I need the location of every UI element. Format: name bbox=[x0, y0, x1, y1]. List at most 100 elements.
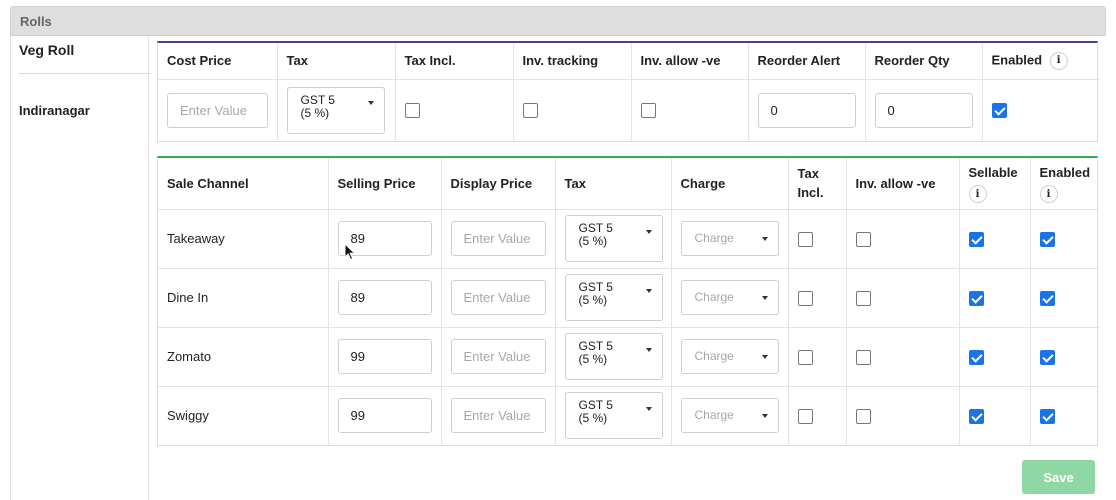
header-sellable-label: Sellable bbox=[968, 165, 1018, 181]
channels-header-row: Sale Channel Selling Price Display Price… bbox=[158, 158, 1099, 210]
table-row: Swiggy 99 Enter Value GST 5 (5 %) Charge bbox=[158, 386, 1099, 445]
cell-channel-inv-allow-neg bbox=[846, 268, 960, 328]
header-sale-channel: Sale Channel bbox=[158, 158, 329, 210]
header-tax-incl-line1: Tax bbox=[797, 166, 819, 182]
channel-tax-line2: (5 %) bbox=[578, 234, 608, 248]
cell-charge: Charge bbox=[671, 327, 789, 387]
channel-tax-line2: (5 %) bbox=[578, 352, 608, 366]
header-channel-enabled-label: Enabled bbox=[1039, 165, 1091, 181]
chevron-down-icon bbox=[761, 413, 768, 418]
channel-tax-select[interactable]: GST 5 (5 %) bbox=[564, 392, 663, 440]
sale-channels-table: Sale Channel Selling Price Display Price… bbox=[157, 156, 1099, 446]
cell-channel: Takeaway bbox=[158, 209, 329, 269]
charge-select[interactable]: Charge bbox=[680, 339, 779, 374]
cell-channel-enabled bbox=[1030, 327, 1099, 387]
cell-channel-tax: GST 5 (5 %) bbox=[555, 209, 672, 269]
cell-selling-price: 99 bbox=[328, 327, 442, 387]
selling-price-input[interactable]: 99 bbox=[337, 398, 432, 434]
channel-name: Takeaway bbox=[167, 231, 225, 246]
chevron-down-icon bbox=[367, 101, 374, 106]
enabled-checkbox[interactable] bbox=[1039, 349, 1055, 365]
cell-channel-inv-allow-neg bbox=[846, 209, 960, 269]
chevron-down-icon bbox=[645, 347, 652, 352]
charge-select[interactable]: Charge bbox=[680, 280, 779, 315]
channel-tax-select[interactable]: GST 5 (5 %) bbox=[564, 274, 663, 321]
inv-allow-neg-checkbox[interactable] bbox=[855, 408, 871, 424]
channel-name: Dine In bbox=[167, 290, 209, 305]
cell-charge: Charge bbox=[671, 268, 789, 328]
display-price-input[interactable]: Enter Value bbox=[450, 339, 546, 374]
display-price-input[interactable]: Enter Value bbox=[450, 398, 546, 434]
channel-tax-line2: (5 %) bbox=[578, 293, 608, 307]
cell-display-price: Enter Value bbox=[441, 268, 556, 328]
sellable-checkbox[interactable] bbox=[968, 231, 984, 247]
header-tax-incl: Tax Incl. bbox=[395, 43, 514, 80]
charge-select[interactable]: Charge bbox=[680, 221, 779, 256]
header-selling-price: Selling Price bbox=[328, 158, 442, 210]
cell-channel-tax: GST 5 (5 %) bbox=[555, 268, 672, 328]
cell-cost-price: Enter Value bbox=[158, 79, 278, 141]
enabled-checkbox[interactable] bbox=[1039, 290, 1055, 306]
inventory-table: Cost Price Tax Tax Incl. Inv. tracking I… bbox=[157, 41, 1099, 142]
tax-select-line1: GST 5 bbox=[300, 92, 335, 107]
inv-allow-neg-checkbox[interactable] bbox=[855, 231, 871, 247]
charge-select[interactable]: Charge bbox=[680, 398, 779, 434]
enabled-checkbox[interactable] bbox=[1039, 408, 1055, 424]
cell-channel-tax-incl bbox=[788, 386, 847, 445]
tax-select[interactable]: GST 5 (5 %) bbox=[286, 86, 385, 134]
inv-allow-neg-checkbox[interactable] bbox=[640, 103, 656, 119]
cell-reorder-qty: 0 bbox=[865, 79, 983, 141]
cell-charge: Charge bbox=[671, 386, 789, 445]
header-display-price: Display Price bbox=[441, 158, 556, 210]
section-header: Rolls bbox=[10, 6, 1106, 36]
enabled-checkbox[interactable] bbox=[991, 103, 1007, 119]
cell-display-price: Enter Value bbox=[441, 209, 556, 269]
tax-incl-checkbox[interactable] bbox=[404, 103, 420, 119]
chevron-down-icon bbox=[645, 229, 652, 234]
chevron-down-icon bbox=[645, 406, 652, 411]
tax-select-line2: (5 %) bbox=[300, 105, 330, 120]
selling-price-input[interactable]: 89 bbox=[337, 280, 432, 315]
cell-channel-tax: GST 5 (5 %) bbox=[555, 327, 672, 387]
tax-incl-checkbox[interactable] bbox=[797, 231, 813, 247]
enabled-checkbox[interactable] bbox=[1039, 231, 1055, 247]
header-channel-tax-incl: Tax Incl. bbox=[788, 158, 847, 210]
sellable-checkbox[interactable] bbox=[968, 349, 984, 365]
inv-allow-neg-checkbox[interactable] bbox=[855, 349, 871, 365]
reorder-alert-input[interactable]: 0 bbox=[757, 92, 856, 128]
cell-selling-price: 89 bbox=[328, 268, 442, 328]
chevron-down-icon bbox=[645, 288, 652, 293]
chevron-down-icon bbox=[761, 236, 768, 241]
cell-channel: Dine In bbox=[158, 268, 329, 328]
cell-channel-enabled bbox=[1030, 209, 1099, 269]
table-row: Zomato 99 Enter Value GST 5 (5 %) Charge bbox=[158, 327, 1099, 387]
display-price-input[interactable]: Enter Value bbox=[450, 280, 546, 315]
display-price-input[interactable]: Enter Value bbox=[450, 221, 546, 256]
channel-tax-select[interactable]: GST 5 (5 %) bbox=[564, 333, 663, 380]
section-title: Rolls bbox=[20, 14, 52, 29]
channel-tax-select[interactable]: GST 5 (5 %) bbox=[564, 215, 663, 262]
header-sellable: Sellable i bbox=[959, 158, 1031, 210]
cell-reorder-alert: 0 bbox=[748, 79, 866, 141]
info-icon[interactable]: i bbox=[1039, 185, 1058, 204]
save-button[interactable]: Save bbox=[1022, 460, 1095, 494]
cost-price-input[interactable]: Enter Value bbox=[167, 92, 268, 128]
table-row: Dine In 89 Enter Value GST 5 (5 %) Charge bbox=[158, 268, 1099, 328]
sellable-checkbox[interactable] bbox=[968, 290, 984, 306]
header-enabled: Enabled i bbox=[982, 43, 1099, 80]
location-name: Indiranagar bbox=[19, 103, 90, 118]
tax-incl-checkbox[interactable] bbox=[797, 290, 813, 306]
cell-tax: GST 5 (5 %) bbox=[277, 79, 396, 141]
tax-incl-checkbox[interactable] bbox=[797, 349, 813, 365]
cell-channel-tax-incl bbox=[788, 209, 847, 269]
inv-tracking-checkbox[interactable] bbox=[522, 103, 538, 119]
sellable-checkbox[interactable] bbox=[968, 408, 984, 424]
inventory-header-row: Cost Price Tax Tax Incl. Inv. tracking I… bbox=[158, 43, 1099, 80]
info-icon[interactable]: i bbox=[968, 185, 987, 204]
cell-sellable bbox=[959, 327, 1031, 387]
info-icon[interactable]: i bbox=[1049, 51, 1068, 70]
inv-allow-neg-checkbox[interactable] bbox=[855, 290, 871, 306]
selling-price-input[interactable]: 99 bbox=[337, 339, 432, 374]
reorder-qty-input[interactable]: 0 bbox=[874, 92, 973, 128]
tax-incl-checkbox[interactable] bbox=[797, 408, 813, 424]
